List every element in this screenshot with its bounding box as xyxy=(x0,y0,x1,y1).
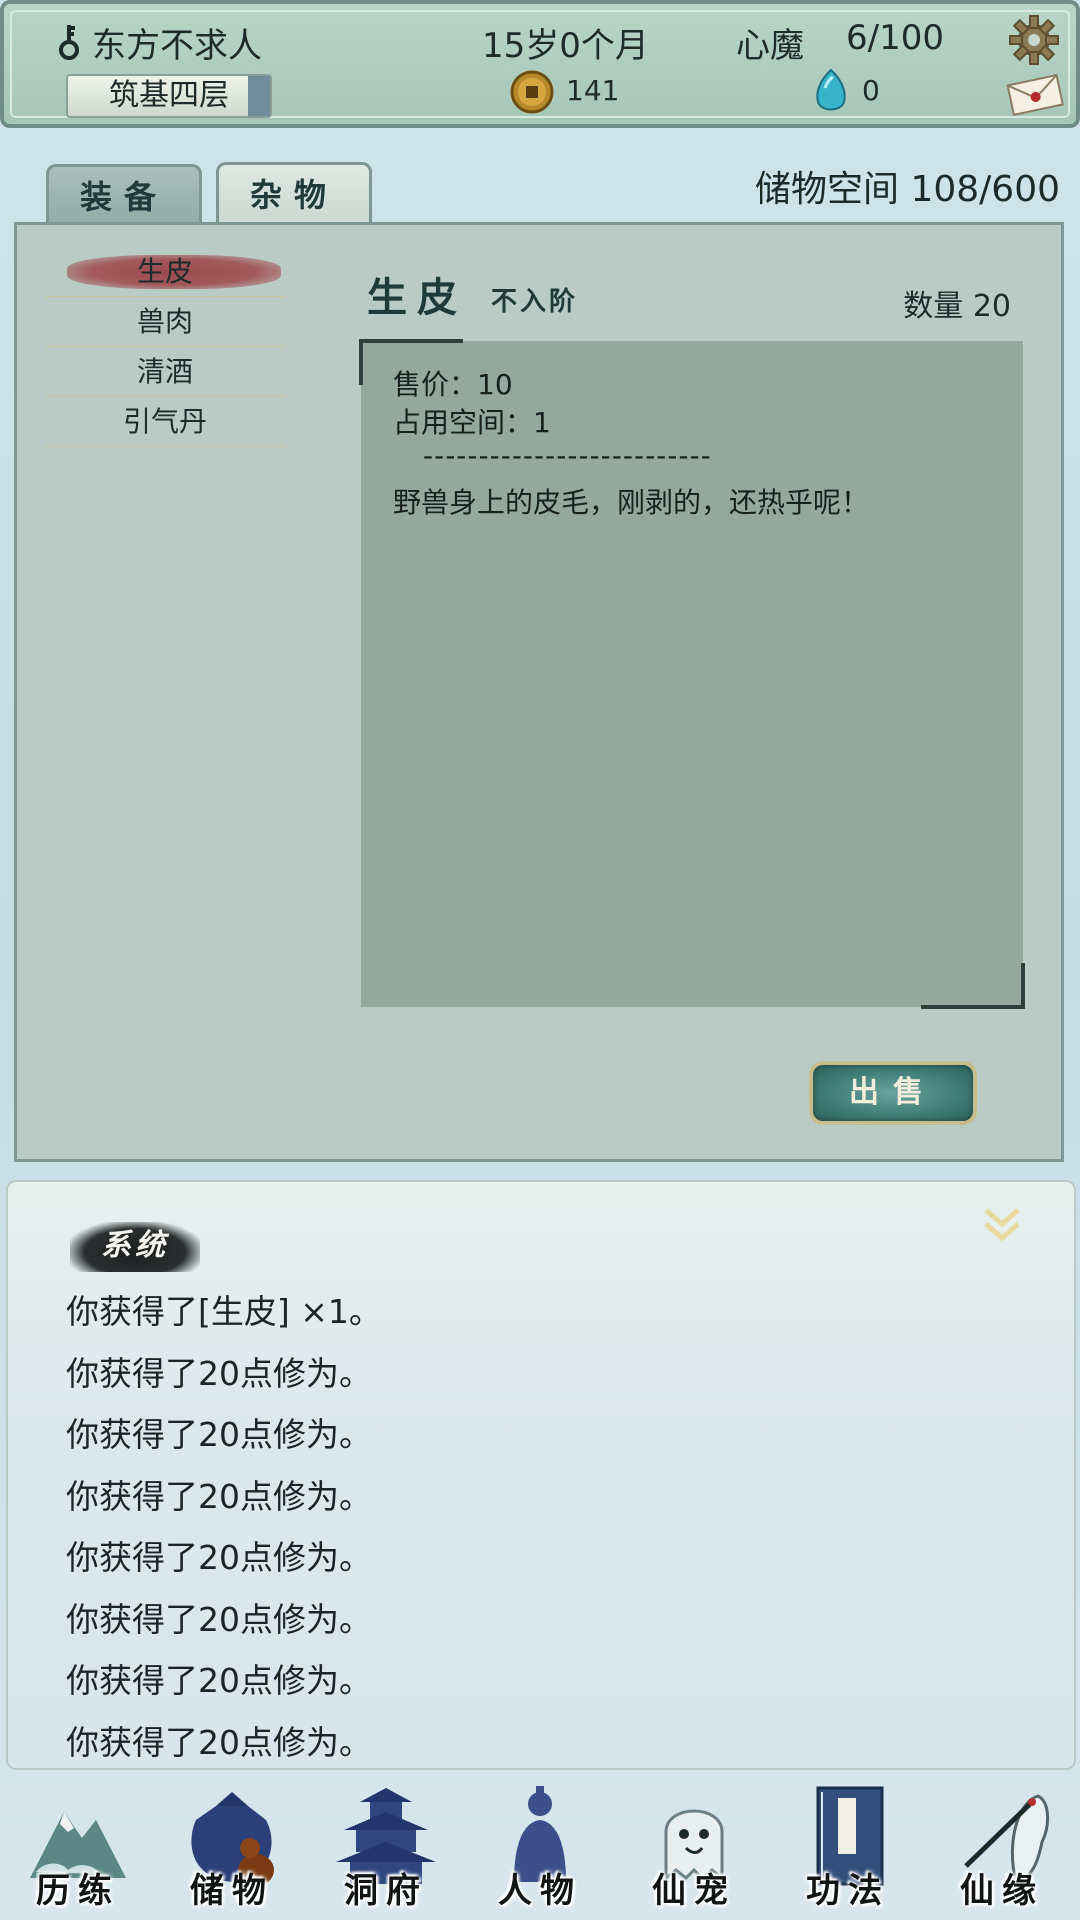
description-separator: -------------------------- xyxy=(423,439,712,472)
frame-corner-bottom-right xyxy=(921,963,1025,1009)
log-line: 你获得了20点修为。 xyxy=(66,1661,372,1700)
key-icon xyxy=(59,25,79,60)
item-space: 占用空间：1 xyxy=(393,406,551,439)
nav-label: 洞府 xyxy=(344,1871,428,1911)
item-label: 生皮 xyxy=(136,255,193,288)
player-age: 15岁0个月 xyxy=(482,26,649,66)
tab-equipment[interactable]: 装备 xyxy=(46,164,202,226)
system-log-panel[interactable]: 系统 你获得了[生皮] ×1。 你获得了20点修为。 你获得了20点修为。 你获… xyxy=(6,1180,1076,1770)
realm-badge[interactable]: 筑基四层 xyxy=(66,74,272,118)
item-label: 兽肉 xyxy=(136,305,193,338)
log-line: 你获得了20点修为。 xyxy=(66,1476,372,1516)
spirit-stone-icon xyxy=(816,68,846,111)
nav-item-training[interactable]: 历练 xyxy=(8,1776,148,1920)
log-lines: 你获得了[生皮] ×1。 你获得了20点修为。 你获得了20点修为。 你获得了2… xyxy=(66,1282,382,1774)
nav-label: 历练 xyxy=(36,1871,120,1911)
list-item[interactable]: 生皮 xyxy=(45,247,285,297)
demon-value: 6/100 xyxy=(846,18,944,58)
tab-misc[interactable]: 杂物 xyxy=(216,162,372,228)
item-detail-grade: 不入阶 xyxy=(491,287,579,317)
top-status-bar: 东方不求人 筑基四层 15岁0个月 141 心魔 6/100 0 xyxy=(0,0,1080,128)
nav-item-pet[interactable]: 仙宠 xyxy=(624,1776,764,1920)
item-list: 生皮 兽肉 清酒 引气丹 xyxy=(45,247,285,447)
item-price: 售价：10 xyxy=(393,368,513,401)
log-title: 系统 xyxy=(70,1222,200,1272)
nav-item-character[interactable]: 人物 xyxy=(470,1776,610,1920)
chevron-double-down-icon[interactable] xyxy=(980,1204,1024,1248)
log-line: 你获得了20点修为。 xyxy=(66,1599,372,1639)
log-line: 你获得了[生皮] ×1。 xyxy=(66,1292,382,1331)
nav-label: 仙缘 xyxy=(960,1871,1044,1911)
log-line: 你获得了20点修为。 xyxy=(66,1722,372,1762)
log-line: 你获得了20点修为。 xyxy=(66,1353,372,1393)
mail-icon[interactable] xyxy=(1004,72,1066,116)
list-item[interactable]: 清酒 xyxy=(45,347,285,397)
sell-button[interactable]: 出售 xyxy=(809,1061,977,1125)
nav-item-storage[interactable]: 储物 xyxy=(162,1776,302,1920)
nav-item-fate[interactable]: 仙缘 xyxy=(932,1776,1072,1920)
nav-item-cave[interactable]: 洞府 xyxy=(316,1776,456,1920)
item-description-box: 售价：10 占用空间：1 -------------------------- … xyxy=(359,339,1025,1009)
bottom-navigation: 历练 储物 洞府 人物 仙宠 功法 仙缘 xyxy=(0,1776,1080,1920)
inventory-panel: 生皮 兽肉 清酒 引气丹 生皮 不入阶 数量 20 售价：10 占用空间：1 -… xyxy=(14,222,1064,1162)
gear-icon[interactable] xyxy=(1008,14,1060,66)
coin-icon xyxy=(510,70,554,114)
coin-count: 141 xyxy=(566,74,620,107)
storage-capacity: 储物空间 108/600 xyxy=(755,169,1060,210)
player-name[interactable]: 东方不求人 xyxy=(92,18,262,67)
nav-label: 功法 xyxy=(806,1871,890,1911)
item-detail-name: 生皮 xyxy=(367,274,467,321)
item-label: 清酒 xyxy=(136,355,193,388)
nav-label: 人物 xyxy=(498,1871,582,1911)
log-line: 你获得了20点修为。 xyxy=(66,1538,372,1577)
log-line: 你获得了20点修为。 xyxy=(66,1415,372,1454)
item-label: 引气丹 xyxy=(122,405,207,438)
nav-label: 仙宠 xyxy=(652,1871,736,1911)
nav-item-skills[interactable]: 功法 xyxy=(778,1776,918,1920)
list-item[interactable]: 引气丹 xyxy=(45,397,285,447)
item-description: 野兽身上的皮毛，刚剥的，还热乎呢！ xyxy=(393,486,870,519)
demon-label: 心魔 xyxy=(736,26,804,66)
list-item[interactable]: 兽肉 xyxy=(45,297,285,347)
nav-label: 储物 xyxy=(190,1871,274,1911)
spirit-stone-count: 0 xyxy=(862,74,880,107)
item-quantity: 数量 20 xyxy=(903,289,1011,324)
